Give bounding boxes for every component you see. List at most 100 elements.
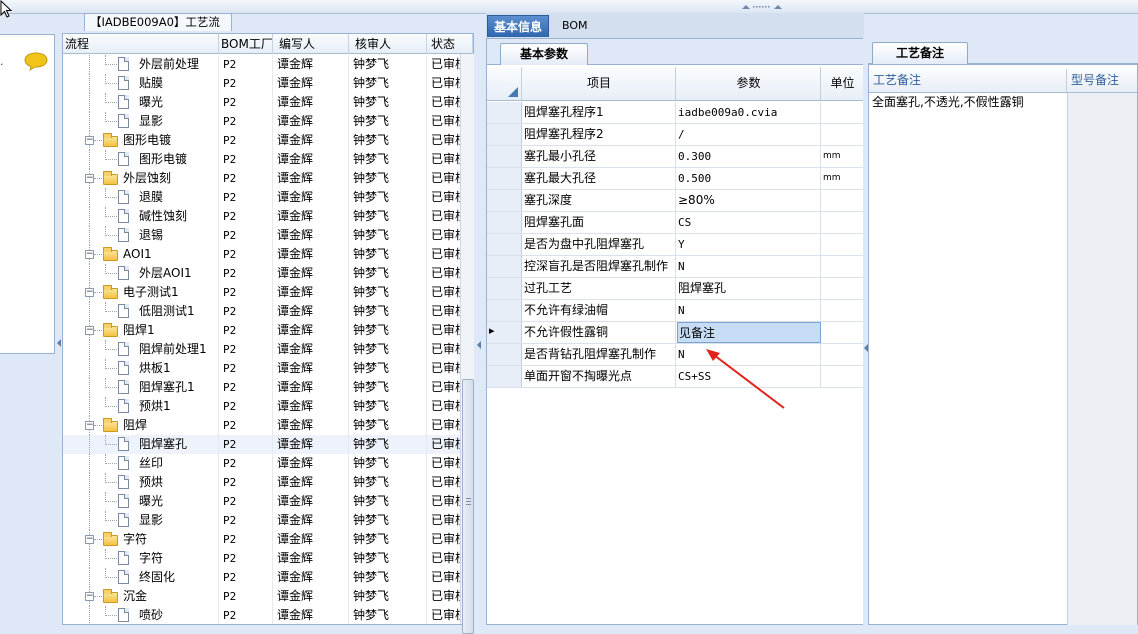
- collapse-toggle-icon[interactable]: −: [85, 421, 94, 430]
- param-row[interactable]: 塞孔最小孔径 0.300 mm: [487, 146, 863, 168]
- chat-bubble-icon[interactable]: [24, 51, 48, 71]
- writer: 谭金辉: [273, 207, 349, 226]
- tree-step-row[interactable]: 烘板1P2谭金辉钟梦飞已审核: [63, 359, 463, 378]
- tree-step-row[interactable]: 显影P2谭金辉钟梦飞已审核: [63, 112, 463, 131]
- row-indicator[interactable]: [487, 168, 522, 189]
- tree-step-row[interactable]: 终固化P2谭金辉钟梦飞已审核: [63, 568, 463, 587]
- collapse-toggle-icon[interactable]: −: [85, 250, 94, 259]
- tree-group-row[interactable]: − 阻焊1P2谭金辉钟梦飞已审核: [63, 321, 463, 340]
- tab-process-flow[interactable]: 【IADBE009A0】工艺流程: [84, 13, 232, 46]
- row-indicator[interactable]: [487, 212, 522, 233]
- param-value[interactable]: N: [677, 300, 821, 321]
- splitter-grip-icon[interactable]: [742, 3, 782, 11]
- tab-bom[interactable]: BOM: [556, 15, 594, 37]
- collapse-toggle-icon[interactable]: −: [85, 592, 94, 601]
- model-note-column[interactable]: [1067, 93, 1137, 625]
- tree-connector-line: [105, 482, 117, 483]
- tree-step-row[interactable]: 阻焊塞孔P2谭金辉钟梦飞已审核: [63, 435, 463, 454]
- param-row[interactable]: 阻焊塞孔程序2/: [487, 124, 863, 146]
- col-header-reviewer[interactable]: 核审人: [349, 34, 427, 54]
- tab-process-notes[interactable]: 工艺备注: [872, 42, 968, 64]
- col-header-writer[interactable]: 编写人: [273, 34, 349, 54]
- row-indicator[interactable]: [487, 300, 522, 321]
- document-icon: [118, 494, 129, 508]
- tree-step-row[interactable]: 碱性蚀刻P2谭金辉钟梦飞已审核: [63, 207, 463, 226]
- tab-basic-params[interactable]: 基本参数: [500, 43, 588, 65]
- tree-step-row[interactable]: 贴膜P2谭金辉钟梦飞已审核: [63, 74, 463, 93]
- col-header-model-note[interactable]: 型号备注: [1067, 69, 1137, 92]
- tree-step-row[interactable]: 低阻测试1P2谭金辉钟梦飞已审核: [63, 302, 463, 321]
- tree-step-row[interactable]: 预烘1P2谭金辉钟梦飞已审核: [63, 397, 463, 416]
- collapse-toggle-icon[interactable]: −: [85, 288, 94, 297]
- param-row[interactable]: 不允许有绿油帽 N: [487, 300, 863, 322]
- row-indicator[interactable]: [487, 124, 522, 145]
- param-row[interactable]: 塞孔深度 ≥80%: [487, 190, 863, 212]
- process-grid-scrollbar[interactable]: [460, 54, 474, 634]
- tree-step-row[interactable]: 字符P2谭金辉钟梦飞已审核: [63, 549, 463, 568]
- tree-step-row[interactable]: 外层前处理P2谭金辉钟梦飞已审核: [63, 55, 463, 74]
- tree-group-row[interactable]: − 电子测试1P2谭金辉钟梦飞已审核: [63, 283, 463, 302]
- param-row[interactable]: 阻焊塞孔面 CS: [487, 212, 863, 234]
- col-header-bom-factory[interactable]: BOM工厂: [219, 34, 273, 54]
- param-value[interactable]: ≥80%: [677, 190, 821, 211]
- param-value[interactable]: 0.300: [677, 146, 821, 167]
- col-header-unit[interactable]: 单位: [822, 67, 863, 100]
- tree-group-row[interactable]: − AOI1P2谭金辉钟梦飞已审核: [63, 245, 463, 264]
- col-header-value[interactable]: 参数: [677, 67, 821, 100]
- param-value[interactable]: CS: [677, 212, 821, 233]
- middle-splitter[interactable]: [476, 33, 482, 625]
- row-indicator[interactable]: [487, 344, 522, 365]
- tree-step-row[interactable]: 显影P2谭金辉钟梦飞已审核: [63, 511, 463, 530]
- col-header-status[interactable]: 状态: [427, 34, 473, 54]
- row-indicator[interactable]: [487, 278, 522, 299]
- tree-step-row[interactable]: 阻焊前处理1P2谭金辉钟梦飞已审核: [63, 340, 463, 359]
- param-row[interactable]: 塞孔最大孔径 0.500 mm: [487, 168, 863, 190]
- row-indicator[interactable]: [487, 102, 522, 123]
- param-row[interactable]: 控深盲孔是否阻焊塞孔制作 N: [487, 256, 863, 278]
- tree-step-row[interactable]: 预烘P2谭金辉钟梦飞已审核: [63, 473, 463, 492]
- param-value[interactable]: N: [677, 256, 821, 277]
- tree-step-row[interactable]: 外层AOI1P2谭金辉钟梦飞已审核: [63, 264, 463, 283]
- row-indicator[interactable]: [487, 366, 522, 387]
- collapse-toggle-icon[interactable]: −: [85, 136, 94, 145]
- param-value[interactable]: iadbe009a0.cvia: [677, 102, 821, 123]
- param-row[interactable]: 是否为盘中孔阻焊塞孔 Y: [487, 234, 863, 256]
- col-header-process-note[interactable]: 工艺备注: [869, 69, 1067, 92]
- param-row[interactable]: 阻焊塞孔程序1 iadbe009a0.cvia: [487, 102, 863, 124]
- row-indicator[interactable]: [487, 256, 522, 277]
- tree-step-row[interactable]: 退锡P2谭金辉钟梦飞已审核: [63, 226, 463, 245]
- scrollbar-thumb[interactable]: [462, 379, 474, 634]
- param-row[interactable]: 过孔工艺 阻焊塞孔: [487, 278, 863, 300]
- tree-step-row[interactable]: 喷砂P2谭金辉钟梦飞已审核: [63, 606, 463, 624]
- tree-group-row[interactable]: − 字符P2谭金辉钟梦飞已审核: [63, 530, 463, 549]
- tree-step-row[interactable]: 图形电镀P2谭金辉钟梦飞已审核: [63, 150, 463, 169]
- tree-step-row[interactable]: 曝光P2谭金辉钟梦飞已审核: [63, 492, 463, 511]
- tree-group-row[interactable]: − 图形电镀P2谭金辉钟梦飞已审核: [63, 131, 463, 150]
- param-value[interactable]: Y: [677, 234, 821, 255]
- param-row[interactable]: ▸ 不允许假性露铜 见备注: [487, 322, 863, 344]
- tree-group-row[interactable]: − 沉金P2谭金辉钟梦飞已审核: [63, 587, 463, 606]
- param-value[interactable]: 见备注: [677, 322, 821, 343]
- row-indicator[interactable]: [487, 190, 522, 211]
- param-value[interactable]: 0.500: [677, 168, 821, 189]
- row-indicator[interactable]: [487, 234, 522, 255]
- tree-group-row[interactable]: − 阻焊P2谭金辉钟梦飞已审核: [63, 416, 463, 435]
- param-row[interactable]: 是否背钻孔阻焊塞孔制作 N: [487, 344, 863, 366]
- collapse-toggle-icon[interactable]: −: [85, 535, 94, 544]
- process-note-text[interactable]: 全面塞孔,不透光,不假性露铜: [872, 93, 1066, 111]
- param-value[interactable]: 阻焊塞孔: [677, 278, 821, 299]
- col-header-flow[interactable]: 流程: [63, 34, 219, 54]
- row-indicator[interactable]: [487, 146, 522, 167]
- param-value[interactable]: /: [677, 124, 821, 145]
- tree-step-row[interactable]: 丝印P2谭金辉钟梦飞已审核: [63, 454, 463, 473]
- row-indicator[interactable]: ▸: [487, 322, 522, 343]
- tree-step-row[interactable]: 曝光P2谭金辉钟梦飞已审核: [63, 93, 463, 112]
- tree-step-row[interactable]: 退膜P2谭金辉钟梦飞已审核: [63, 188, 463, 207]
- tab-basic-info[interactable]: 基本信息: [487, 15, 550, 37]
- col-header-item[interactable]: 项目: [523, 67, 676, 100]
- collapse-toggle-icon[interactable]: −: [85, 326, 94, 335]
- param-row[interactable]: 单面开窗不掏曝光点 CS+SS: [487, 366, 863, 388]
- collapse-toggle-icon[interactable]: −: [85, 174, 94, 183]
- tree-step-row[interactable]: 阻焊塞孔1P2谭金辉钟梦飞已审核: [63, 378, 463, 397]
- tree-group-row[interactable]: − 外层蚀刻P2谭金辉钟梦飞已审核: [63, 169, 463, 188]
